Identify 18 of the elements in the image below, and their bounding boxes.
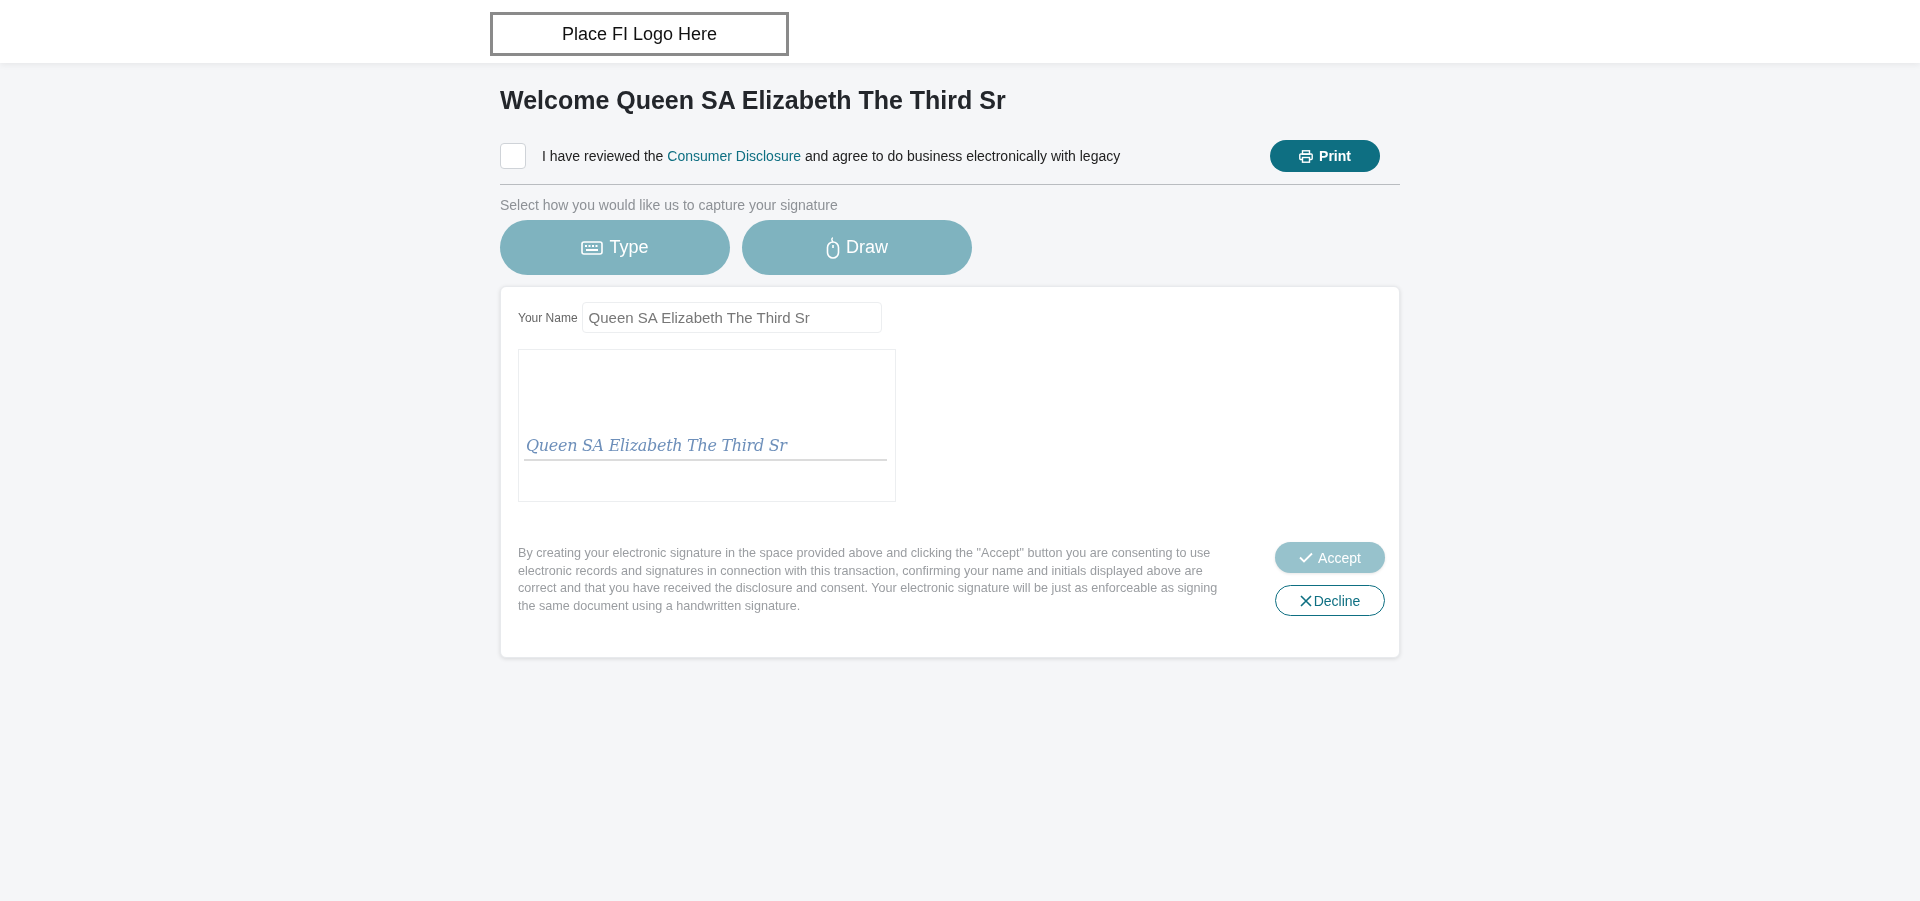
name-label: Your Name: [518, 310, 578, 325]
consent-text: I have reviewed the Consumer Disclosure and agree to do business electronically with legacy: [542, 148, 1122, 164]
check-icon: [1299, 552, 1314, 563]
signature-text: Queen SA Elizabeth The Third Sr: [526, 436, 787, 455]
close-icon: [1299, 594, 1312, 607]
printer-icon: [1299, 149, 1314, 163]
consent-checkbox[interactable]: [500, 143, 526, 169]
print-button[interactable]: Print: [1270, 140, 1380, 172]
disclosure-link[interactable]: Consumer Disclosure: [667, 148, 802, 164]
mouse-icon: [826, 236, 840, 259]
signature-pad[interactable]: Queen SA Elizabeth The Third Sr: [518, 349, 896, 502]
welcome-heading: Welcome Queen SA Elizabeth The Third Sr: [500, 85, 1007, 115]
keyboard-icon: [581, 240, 604, 255]
name-field[interactable]: Queen SA Elizabeth The Third Sr: [581, 302, 882, 333]
disclaimer-text: By creating your electronic signature in the space provided above and clicking the "Accept" button you are consenting to use electronic records and signatures in connection with this transaction, confirming your name and initials displayed above are correct and that you have received the disclosure and consent. Your electronic signature will be just as enforceable as signing the same document using a handwritten signature.: [518, 545, 1218, 615]
method-prompt: Select how you would like us to capture your signature: [500, 197, 839, 213]
decline-button[interactable]: Decline: [1275, 585, 1385, 616]
logo-placeholder-text: Place FI Logo Here: [561, 23, 718, 45]
